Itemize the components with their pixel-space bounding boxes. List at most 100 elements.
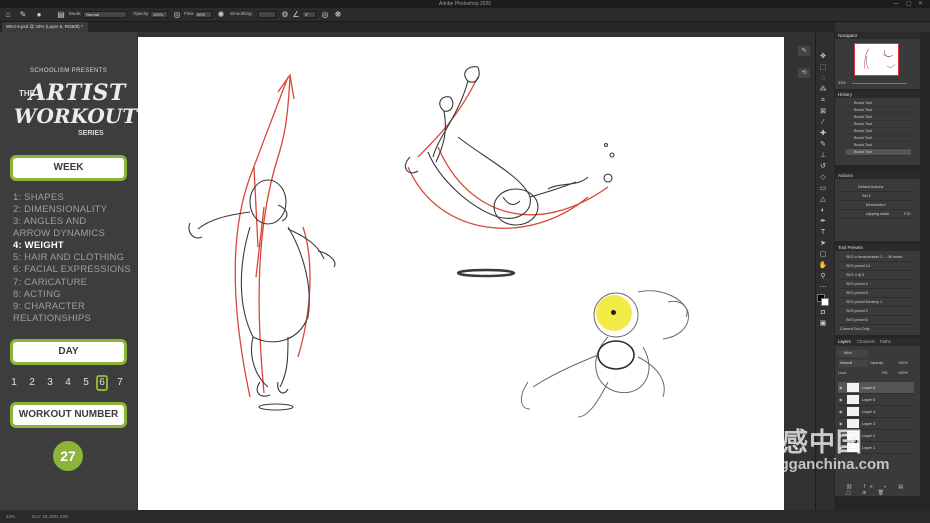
rotate-view-icon[interactable]: ⟲ bbox=[798, 68, 810, 78]
week-heading: WEEK bbox=[10, 155, 127, 181]
tab-layers[interactable]: Layers bbox=[838, 339, 851, 344]
eyedropper-tool-icon[interactable]: ⁄ bbox=[818, 118, 828, 127]
document-size[interactable]: Doc: 24.1M/1.03G bbox=[32, 514, 69, 519]
layer-filter-kind[interactable]: Kind bbox=[838, 350, 868, 357]
eye-icon[interactable]: ◉ bbox=[839, 397, 843, 402]
brush-preset-icon[interactable]: ● bbox=[34, 10, 44, 20]
minimize-button[interactable]: — bbox=[893, 0, 899, 8]
layer-actions-bar[interactable]: ⛓ fx ◐ ▤ ▢ ⊕ 🗑 bbox=[846, 484, 916, 496]
options-bar: ⌂ ✎ ● ▤ Mode: Normal Opacity: 100% ◎ Flo… bbox=[0, 8, 930, 22]
smoothing-label: Smoothing: bbox=[230, 11, 253, 16]
tool-preset-item[interactable]: SKS pencil 9 bbox=[838, 307, 913, 316]
navigator-thumbnail[interactable] bbox=[854, 43, 899, 76]
tool-preset-item[interactable]: SKS a brush/eraser 3 ... 08 brush bbox=[838, 253, 913, 262]
watermark-chinese: 灵感中国 bbox=[755, 427, 864, 457]
pressure-opacity-icon[interactable]: ◎ bbox=[172, 10, 182, 20]
tool-preset-item[interactable]: SKS pencil 6 bbox=[838, 316, 913, 325]
action-item[interactable]: clipping mask bbox=[838, 210, 913, 219]
angle-field[interactable]: 0° bbox=[302, 11, 316, 18]
brush-settings-icon[interactable]: ▤ bbox=[56, 10, 66, 20]
smoothing-gear-icon[interactable]: ⚙ bbox=[280, 10, 290, 20]
history-item[interactable]: Brush Tool bbox=[846, 128, 911, 135]
opacity-field[interactable]: 100% bbox=[150, 11, 168, 18]
frame-tool-icon[interactable]: ⊠ bbox=[818, 107, 828, 116]
zoom-readout[interactable]: 33% bbox=[6, 514, 15, 519]
tool-preset-item[interactable]: SKS pencil 4 bbox=[838, 280, 913, 289]
navigator-zoom-slider[interactable] bbox=[852, 83, 907, 84]
week-item: 8: ACTING bbox=[13, 289, 61, 300]
action-item[interactable]: fill selection bbox=[838, 201, 913, 210]
move-tool-icon[interactable]: ✥ bbox=[818, 52, 828, 61]
week-item: 9: CHARACTER bbox=[13, 301, 86, 312]
fill-value[interactable]: 100% bbox=[898, 371, 908, 375]
actions-panel-header[interactable]: Actions bbox=[835, 172, 920, 179]
maximize-button[interactable]: ▢ bbox=[906, 0, 912, 8]
dodge-tool-icon[interactable]: ◐ bbox=[818, 206, 828, 215]
tab-paths[interactable]: Paths bbox=[880, 339, 891, 344]
tool-preset-item[interactable]: SKS 4 dj 5 bbox=[838, 271, 913, 280]
close-window-button[interactable]: ✕ bbox=[918, 0, 923, 8]
history-item[interactable]: Brush Tool bbox=[846, 100, 911, 107]
document-tab[interactable]: WK4-4.psd @ 33% (Layer 6, RGB/8) * bbox=[2, 22, 88, 32]
history-item[interactable]: Brush Tool bbox=[846, 121, 911, 128]
day-number: 5 bbox=[83, 377, 89, 388]
navigator-zoom-value[interactable]: 33% bbox=[838, 80, 846, 85]
shape-tool-icon[interactable]: ▢ bbox=[818, 250, 828, 259]
watermark-english: lingganchina.com bbox=[762, 456, 890, 473]
tool-preset-item[interactable]: SKS pencil 14 bbox=[838, 262, 913, 271]
week-item: 7: CARICATURE bbox=[13, 277, 88, 288]
history-item[interactable]: Brush Tool bbox=[846, 114, 911, 121]
eye-icon[interactable]: ◉ bbox=[839, 385, 843, 390]
crop-tool-icon[interactable]: ⌗ bbox=[818, 96, 828, 105]
flow-field[interactable]: 50% bbox=[194, 11, 212, 18]
pen-tool-icon[interactable]: ✒ bbox=[818, 217, 828, 226]
canvas[interactable] bbox=[138, 37, 784, 511]
hand-tool-icon[interactable]: ✋ bbox=[818, 261, 828, 270]
brush-tool-icon[interactable]: ✎ bbox=[18, 10, 28, 20]
history-item-active[interactable]: Brush Tool bbox=[846, 149, 911, 156]
tool-presets-panel-header[interactable]: Tool Presets bbox=[835, 244, 920, 251]
brush-tool-icon[interactable]: ✎ bbox=[818, 140, 828, 149]
zoom-tool-icon[interactable]: ⚲ bbox=[818, 272, 828, 281]
symmetry-icon[interactable]: ❋ bbox=[333, 10, 343, 20]
history-item[interactable]: Brush Tool bbox=[846, 142, 911, 149]
healing-tool-icon[interactable]: ✚ bbox=[818, 129, 828, 138]
history-brush-tool-icon[interactable]: ↺ bbox=[818, 162, 828, 171]
current-tool-only-checkbox[interactable]: Current Tool Only bbox=[840, 327, 869, 331]
blur-tool-icon[interactable]: △ bbox=[818, 195, 828, 204]
background-color-swatch[interactable] bbox=[821, 298, 829, 306]
red-guide-lines-2 bbox=[407, 76, 609, 229]
tool-preset-item[interactable]: SKS pencil thinkery 1 bbox=[838, 298, 913, 307]
quick-mask-icon[interactable]: ◘ bbox=[818, 308, 828, 317]
stamp-tool-icon[interactable]: ⊥ bbox=[818, 151, 828, 160]
eraser-tool-icon[interactable]: ◇ bbox=[818, 173, 828, 182]
tool-preset-item[interactable]: SKS pencil 8 bbox=[838, 289, 913, 298]
brush-panel-icon[interactable]: ✎ bbox=[798, 46, 810, 56]
lasso-tool-icon[interactable]: ◌ bbox=[818, 74, 828, 83]
blend-mode-select[interactable]: Normal bbox=[838, 360, 868, 367]
gradient-tool-icon[interactable]: ▭ bbox=[818, 184, 828, 193]
quick-select-tool-icon[interactable]: ⁂ bbox=[818, 85, 828, 94]
home-icon[interactable]: ⌂ bbox=[3, 10, 13, 20]
mode-select[interactable]: Normal bbox=[83, 11, 127, 18]
smoothing-field[interactable] bbox=[258, 11, 276, 18]
action-set[interactable]: Set 1 bbox=[838, 192, 913, 201]
layer-thumbnail bbox=[847, 383, 859, 392]
type-tool-icon[interactable]: T bbox=[818, 228, 828, 237]
history-item[interactable]: Brush Tool bbox=[846, 107, 911, 114]
eye-icon[interactable]: ◉ bbox=[839, 409, 843, 414]
navigator-preview bbox=[864, 48, 896, 70]
more-tools-icon[interactable]: ⋯ bbox=[818, 283, 828, 292]
path-select-tool-icon[interactable]: ➤ bbox=[818, 239, 828, 248]
action-set[interactable]: Default Actions bbox=[838, 183, 913, 192]
layer-opacity-value[interactable]: 100% bbox=[898, 361, 908, 365]
airbrush-icon[interactable]: ✺ bbox=[216, 10, 226, 20]
history-panel-header[interactable]: History bbox=[835, 91, 920, 98]
history-item[interactable]: Brush Tool bbox=[846, 135, 911, 142]
pressure-size-icon[interactable]: ◎ bbox=[320, 10, 330, 20]
marquee-tool-icon[interactable]: ⬚ bbox=[818, 63, 828, 72]
week-item-active: 4: WEIGHT bbox=[13, 240, 64, 251]
tab-channels[interactable]: Channels bbox=[857, 339, 875, 344]
navigator-panel-header[interactable]: Navigator bbox=[835, 32, 920, 39]
screen-mode-icon[interactable]: ▣ bbox=[818, 319, 828, 328]
